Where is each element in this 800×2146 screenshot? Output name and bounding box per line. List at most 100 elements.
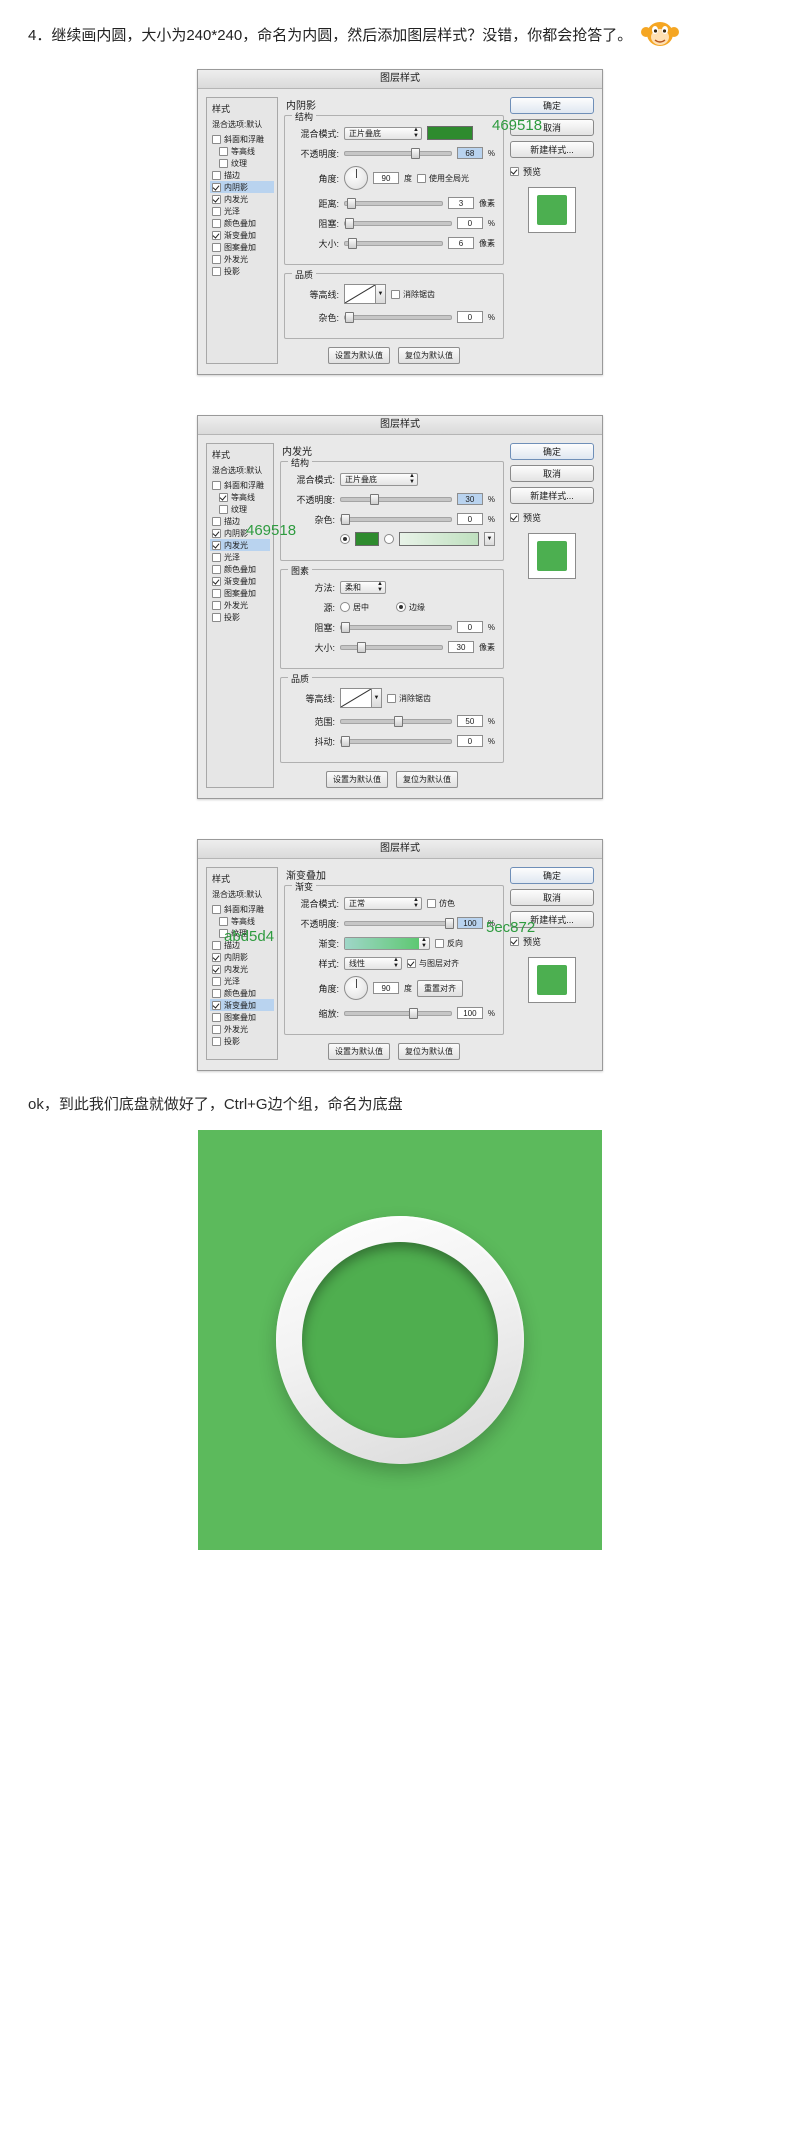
choke-input[interactable]: 0 bbox=[456, 217, 483, 229]
glow-color-swatch[interactable] bbox=[355, 532, 379, 546]
opacity-slider[interactable] bbox=[344, 147, 452, 159]
radio-icon[interactable] bbox=[340, 602, 350, 612]
chevron-down-icon[interactable]: ▼ bbox=[376, 284, 386, 304]
reverse-checkbox[interactable]: 反向 bbox=[435, 938, 463, 949]
opacity-slider[interactable] bbox=[340, 493, 452, 505]
choke-slider[interactable] bbox=[344, 217, 452, 229]
style-item-inner-glow[interactable]: 内发光 bbox=[210, 193, 274, 205]
choke-input[interactable]: 0 bbox=[456, 621, 483, 633]
slider-knob[interactable] bbox=[410, 147, 420, 159]
noise-input[interactable]: 0 bbox=[456, 513, 483, 525]
angle-input[interactable]: 90 bbox=[373, 172, 399, 184]
align-layer-checkbox[interactable]: 与图层对齐 bbox=[407, 958, 459, 969]
scale-slider[interactable] bbox=[344, 1007, 452, 1019]
slider-knob[interactable] bbox=[408, 1007, 418, 1019]
gradient-style-select[interactable]: 线性 ▲ ▼ bbox=[344, 956, 402, 970]
checkbox-icon[interactable] bbox=[219, 504, 228, 514]
checkbox-icon[interactable] bbox=[212, 230, 221, 240]
contour-picker[interactable]: ▼ bbox=[344, 284, 386, 304]
checkbox-icon[interactable] bbox=[510, 513, 519, 522]
chevron-down-icon[interactable]: ▼ bbox=[372, 688, 382, 708]
layer-style-dialog-inner-shadow[interactable]: 图层样式 样式 混合选项:默认 斜面和浮雕 等高线 纹理 描边 内阴影 内发光 … bbox=[197, 69, 603, 375]
checkbox-icon[interactable] bbox=[212, 612, 221, 622]
contour-picker[interactable]: ▼ bbox=[340, 688, 382, 708]
checkbox-icon[interactable] bbox=[212, 576, 221, 586]
noise-input[interactable]: 0 bbox=[456, 311, 483, 323]
preview-checkbox[interactable]: 预览 bbox=[510, 511, 594, 524]
style-item-color-overlay[interactable]: 颜色叠加 bbox=[210, 987, 274, 999]
checkbox-icon[interactable] bbox=[212, 988, 221, 998]
checkbox-icon[interactable] bbox=[407, 958, 416, 968]
style-item-color-overlay[interactable]: 颜色叠加 bbox=[210, 217, 274, 229]
style-item-bevel[interactable]: 斜面和浮雕 bbox=[210, 133, 274, 145]
checkbox-icon[interactable] bbox=[212, 134, 221, 144]
style-item-satin[interactable]: 光泽 bbox=[210, 975, 274, 987]
ok-button[interactable]: 确定 bbox=[510, 97, 594, 114]
checkbox-icon[interactable] bbox=[212, 254, 221, 264]
slider-knob[interactable] bbox=[341, 513, 350, 525]
styles-list[interactable]: 样式 混合选项:默认 斜面和浮雕 等高线 纹理 描边 内阴影 内发光 光泽 颜色… bbox=[206, 443, 274, 788]
source-edge-radio[interactable]: 边缘 bbox=[396, 602, 425, 613]
contour-preview[interactable] bbox=[344, 284, 376, 304]
checkbox-icon[interactable] bbox=[212, 976, 221, 986]
checkbox-icon[interactable] bbox=[212, 952, 221, 962]
checkbox-icon[interactable] bbox=[212, 480, 221, 490]
checkbox-icon[interactable] bbox=[212, 600, 221, 610]
size-input[interactable]: 6 bbox=[448, 237, 474, 249]
set-default-button[interactable]: 设置为默认值 bbox=[328, 1043, 390, 1060]
distance-input[interactable]: 3 bbox=[448, 197, 474, 209]
style-item-contour[interactable]: 等高线 bbox=[210, 145, 274, 157]
checkbox-icon[interactable] bbox=[212, 242, 221, 252]
style-item-bevel[interactable]: 斜面和浮雕 bbox=[210, 479, 270, 491]
jitter-input[interactable]: 0 bbox=[456, 735, 483, 747]
global-light-checkbox[interactable]: 使用全局光 bbox=[417, 173, 469, 184]
layer-style-dialog-gradient-overlay[interactable]: 图层样式 样式 混合选项:默认 斜面和浮雕 等高线 纹理 描边 内阴影 内发光 … bbox=[197, 839, 603, 1071]
style-item-inner-shadow[interactable]: 内阴影 bbox=[210, 951, 274, 963]
blending-options-item[interactable]: 混合选项:默认 bbox=[210, 888, 274, 903]
angle-dial[interactable] bbox=[344, 976, 368, 1000]
cancel-button[interactable]: 取消 bbox=[510, 465, 594, 482]
style-item-gradient-overlay[interactable]: 渐变叠加 bbox=[210, 575, 270, 587]
checkbox-icon[interactable] bbox=[212, 194, 221, 204]
color-radio[interactable] bbox=[340, 534, 350, 544]
reset-default-button[interactable]: 复位为默认值 bbox=[398, 1043, 460, 1060]
style-item-outer-glow[interactable]: 外发光 bbox=[210, 599, 270, 611]
checkbox-icon[interactable] bbox=[219, 146, 228, 156]
styles-list[interactable]: 样式 混合选项:默认 斜面和浮雕 等高线 纹理 描边 内阴影 内发光 光泽 颜色… bbox=[206, 867, 278, 1060]
angle-input[interactable]: 90 bbox=[373, 982, 399, 994]
checkbox-icon[interactable] bbox=[212, 1012, 221, 1022]
checkbox-icon[interactable] bbox=[212, 516, 221, 526]
style-item-drop-shadow[interactable]: 投影 bbox=[210, 611, 270, 623]
contour-preview[interactable] bbox=[340, 688, 372, 708]
method-select[interactable]: 柔和 ▲ ▼ bbox=[340, 580, 386, 594]
checkbox-icon[interactable] bbox=[212, 940, 221, 950]
checkbox-icon[interactable] bbox=[212, 564, 221, 574]
checkbox-icon[interactable] bbox=[212, 904, 221, 914]
slider-knob[interactable] bbox=[369, 493, 379, 505]
blend-mode-select[interactable]: 正片叠底 ▲ ▼ bbox=[340, 472, 418, 486]
style-item-gradient-overlay[interactable]: 渐变叠加 bbox=[210, 999, 274, 1011]
checkbox-icon[interactable] bbox=[212, 588, 221, 598]
checkbox-icon[interactable] bbox=[212, 170, 221, 180]
ok-button[interactable]: 确定 bbox=[510, 867, 594, 884]
checkbox-icon[interactable] bbox=[212, 206, 221, 216]
size-slider[interactable] bbox=[340, 641, 443, 653]
opacity-slider[interactable] bbox=[344, 917, 454, 929]
style-item-bevel[interactable]: 斜面和浮雕 bbox=[210, 903, 274, 915]
cancel-button[interactable]: 取消 bbox=[510, 889, 594, 906]
dither-checkbox[interactable]: 仿色 bbox=[427, 898, 455, 909]
blending-options-item[interactable]: 混合选项:默认 bbox=[210, 118, 274, 133]
checkbox-icon[interactable] bbox=[219, 492, 228, 502]
new-style-button[interactable]: 新建样式... bbox=[510, 487, 594, 504]
range-input[interactable]: 50 bbox=[456, 715, 483, 727]
slider-knob[interactable] bbox=[345, 311, 354, 323]
slider-knob[interactable] bbox=[357, 641, 367, 653]
style-item-outer-glow[interactable]: 外发光 bbox=[210, 253, 274, 265]
checkbox-icon[interactable] bbox=[212, 552, 221, 562]
blending-options-item[interactable]: 混合选项:默认 bbox=[210, 464, 270, 479]
style-item-stroke[interactable]: 描边 bbox=[210, 169, 274, 181]
radio-icon[interactable] bbox=[396, 602, 406, 612]
checkbox-icon[interactable] bbox=[391, 289, 400, 299]
size-input[interactable]: 30 bbox=[448, 641, 474, 653]
style-item-texture[interactable]: 纹理 bbox=[210, 157, 274, 169]
